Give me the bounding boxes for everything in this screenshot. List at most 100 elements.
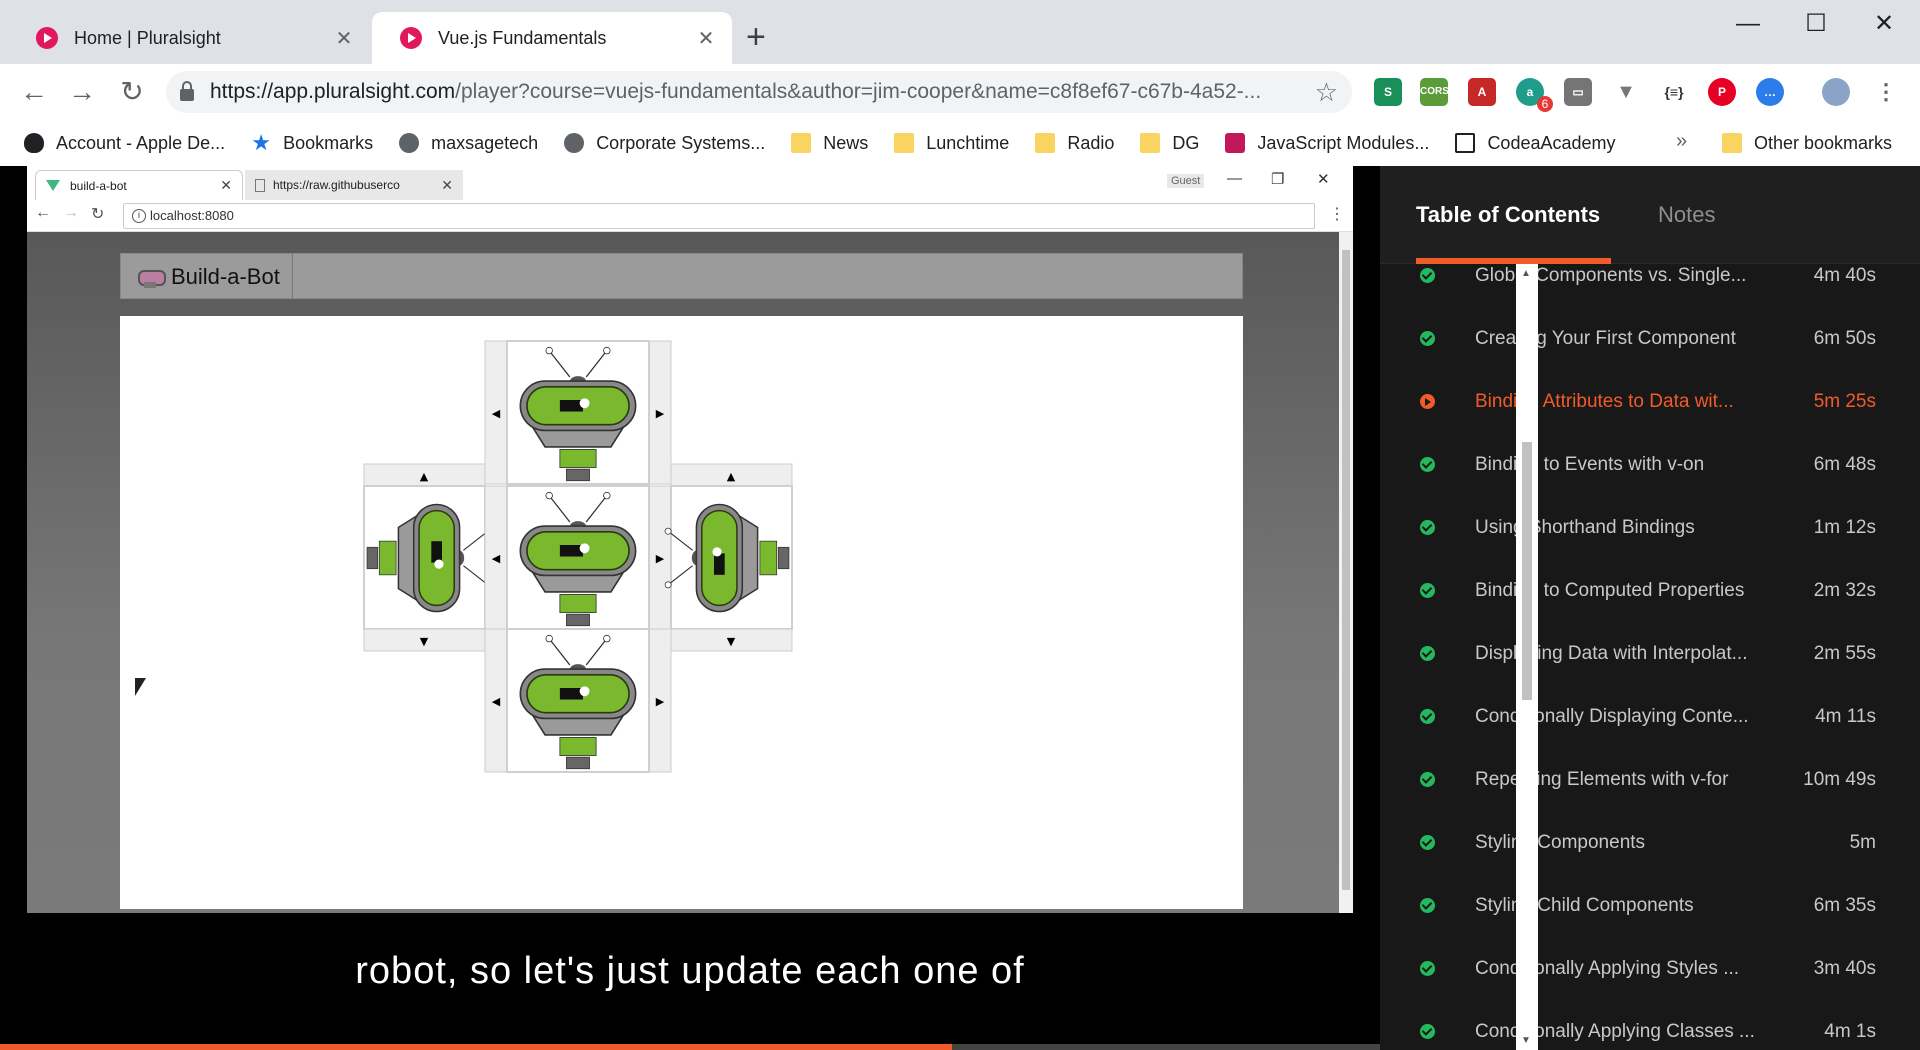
check-icon <box>1420 835 1435 850</box>
svg-text:▼: ▼ <box>420 635 429 648</box>
check-icon <box>1420 457 1435 472</box>
browser-tabstrip: Home | Pluralsight ✕ Vue.js Fundamentals… <box>0 0 1920 64</box>
toc-item-duration: 3m 40s <box>1813 957 1876 979</box>
minimize-button[interactable]: — <box>1720 6 1776 42</box>
reload-icon: ↻ <box>91 206 105 223</box>
pluralsight-icon <box>400 27 422 49</box>
browser-toolbar: ← → ↻ https://app.pluralsight.com/player… <box>0 64 1920 120</box>
check-icon <box>1420 646 1435 661</box>
pdf-extension-icon[interactable]: A <box>1468 78 1496 106</box>
site-icon <box>1225 133 1246 153</box>
demo-minimize-icon: — <box>1227 170 1242 187</box>
bookmark-dg[interactable]: DG <box>1140 133 1199 154</box>
folder-icon <box>894 133 915 153</box>
demo-close-icon: ✕ <box>1317 171 1330 188</box>
bookmark-news[interactable]: News <box>791 133 868 154</box>
bookmark-bookmarks[interactable]: ★ Bookmarks <box>251 132 373 154</box>
address-bar[interactable]: https://app.pluralsight.com/player?cours… <box>166 71 1352 113</box>
toc-item-duration: 6m 50s <box>1813 327 1876 349</box>
close-icon[interactable]: ✕ <box>334 26 354 51</box>
tab-table-of-contents[interactable]: Table of Contents <box>1416 202 1600 228</box>
globe-icon <box>399 133 420 153</box>
toc-item[interactable]: Conditionally Applying Styles ... 3m 40s <box>1380 937 1898 1000</box>
sidebar-scrollbar[interactable]: ▲ ▼ <box>1516 264 1538 1050</box>
toc-item-duration: 4m 1s <box>1824 1020 1876 1042</box>
close-icon[interactable]: ✕ <box>696 26 716 51</box>
toc-item[interactable]: Binding Attributes to Data wit... 5m 25s <box>1380 370 1898 433</box>
forward-button[interactable]: → <box>62 72 102 112</box>
svg-text:▲: ▲ <box>420 470 429 483</box>
check-icon <box>1420 1024 1435 1039</box>
toc-item[interactable]: Using Shorthand Bindings 1m 12s <box>1380 496 1898 559</box>
vue-icon <box>46 180 60 191</box>
svg-text:▶: ▶ <box>656 552 665 565</box>
bookmark-apple[interactable]: Account - Apple De... <box>24 133 225 154</box>
site-icon <box>1455 133 1476 153</box>
pinterest-extension-icon[interactable]: P <box>1708 78 1736 106</box>
bookmark-star-icon[interactable]: ☆ <box>1315 77 1338 108</box>
bookmark-corporate[interactable]: Corporate Systems... <box>564 133 765 154</box>
back-icon: ← <box>35 204 51 221</box>
back-button[interactable]: ← <box>14 72 54 112</box>
scrollbar-thumb[interactable] <box>1522 442 1532 700</box>
video-progress-bar[interactable] <box>0 1044 1380 1050</box>
demo-menu-icon: ⋮ <box>1329 206 1345 223</box>
scroll-down-icon[interactable]: ▼ <box>1521 1035 1531 1046</box>
bookmark-maxsagetech[interactable]: maxsagetech <box>399 133 538 154</box>
check-icon <box>1420 520 1435 535</box>
document-icon <box>255 178 265 192</box>
bookmark-radio[interactable]: Radio <box>1035 133 1114 154</box>
toc-item[interactable]: Repeating Elements with v-for 10m 49s <box>1380 748 1898 811</box>
cors-extension-icon[interactable]: CORS <box>1420 78 1449 106</box>
video-caption: robot, so let's just update each one of <box>355 950 1025 992</box>
toc-item[interactable]: Conditionally Displaying Conte... 4m 11s <box>1380 685 1898 748</box>
other-bookmarks[interactable]: Other bookmarks <box>1722 120 1892 166</box>
toc-item-duration: 2m 55s <box>1813 642 1876 664</box>
apple-icon <box>24 133 44 153</box>
vuetools-extension-icon[interactable]: ▼ <box>1612 78 1640 106</box>
bookmark-lunchtime[interactable]: Lunchtime <box>894 133 1009 154</box>
close-window-button[interactable]: ✕ <box>1856 6 1912 42</box>
svg-text:◀: ◀ <box>492 552 501 565</box>
json-extension-icon[interactable]: {≡} <box>1660 78 1688 106</box>
bookmark-codeacademy[interactable]: CodeaAcademy <box>1455 133 1616 154</box>
progress-fill <box>0 1044 953 1050</box>
menu-kebab-icon[interactable]: ⋮ <box>1872 78 1900 106</box>
browser-tab-home[interactable]: Home | Pluralsight ✕ <box>8 12 370 64</box>
bookmark-javascript-modules[interactable]: JavaScript Modules... <box>1225 133 1429 154</box>
check-icon <box>1420 898 1435 913</box>
robot-logo-icon <box>135 264 166 288</box>
maximize-button[interactable]: ☐ <box>1788 6 1844 42</box>
new-tab-button[interactable]: + <box>746 20 766 54</box>
toc-item[interactable]: Binding to Computed Properties 2m 32s <box>1380 559 1898 622</box>
bookmarks-overflow-button[interactable]: » <box>1676 130 1687 153</box>
app-title: Build-a-Bot <box>171 254 293 298</box>
course-sidebar: Table of Contents Notes Global Component… <box>1380 166 1920 1050</box>
toc-item[interactable]: Creating Your First Component 6m 50s <box>1380 307 1898 370</box>
forward-icon: → <box>63 204 79 221</box>
toc-item-duration: 1m 12s <box>1813 516 1876 538</box>
profile-avatar[interactable] <box>1822 78 1850 106</box>
tab-title: Vue.js Fundamentals <box>438 27 607 48</box>
tab-notes[interactable]: Notes <box>1658 202 1715 228</box>
folder-icon <box>1722 133 1742 153</box>
toc-item[interactable]: Styling Child Components 6m 35s <box>1380 874 1898 937</box>
toc-item[interactable]: Styling Components 5m <box>1380 811 1898 874</box>
extension-s-icon[interactable]: S <box>1374 78 1402 106</box>
browser-tab-vue[interactable]: Vue.js Fundamentals ✕ <box>372 12 732 64</box>
close-icon: ✕ <box>441 176 453 193</box>
scroll-up-icon[interactable]: ▲ <box>1521 268 1531 279</box>
demo-tab-github: https://raw.githubuserco ✕ <box>245 170 463 200</box>
svg-text:▶: ▶ <box>656 695 665 708</box>
demo-tab-build-a-bot: build-a-bot ✕ <box>35 170 243 200</box>
comment-extension-icon[interactable]: ▭ <box>1564 78 1592 106</box>
toc-item[interactable]: Global Components vs. Single... 4m 40s <box>1380 264 1898 307</box>
messenger-extension-icon[interactable]: … <box>1756 78 1784 106</box>
globe-icon <box>564 133 585 153</box>
toc-item[interactable]: Displaying Data with Interpolat... 2m 55s <box>1380 622 1898 685</box>
tab-title: Home | Pluralsight <box>74 27 221 48</box>
toc-item[interactable]: Binding to Events with v-on 6m 48s <box>1380 433 1898 496</box>
toc-item[interactable]: Conditionally Applying Classes ... 4m 1s <box>1380 1000 1898 1050</box>
url-text: https://app.pluralsight.com/player?cours… <box>210 80 1262 103</box>
reload-button[interactable]: ↻ <box>112 72 152 112</box>
